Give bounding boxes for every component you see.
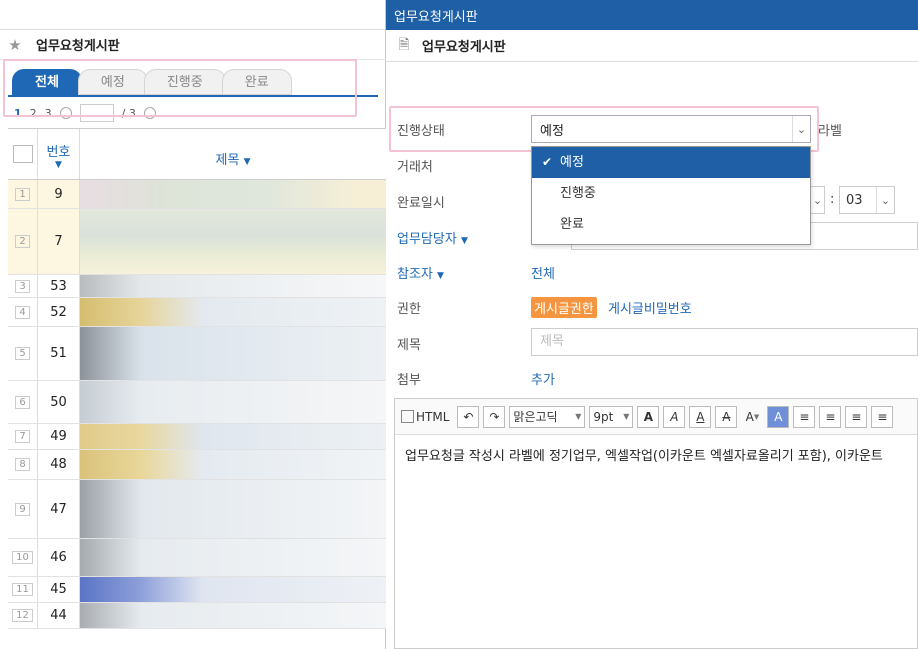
post-write-window: 업무요청게시판 🗎 업무요청게시판 진행상태 예정 ⌄ 라벨 거래처 완료일시 …: [386, 0, 918, 649]
label-complete-date: 완료일시: [397, 196, 445, 211]
strikethrough-icon[interactable]: A: [715, 405, 738, 428]
bold-icon[interactable]: A: [637, 405, 660, 428]
table-row[interactable]: 1 9: [8, 180, 386, 209]
blurred-cell: [80, 480, 386, 538]
redo-icon[interactable]: ↷: [483, 405, 506, 428]
underline-icon[interactable]: A: [689, 405, 712, 428]
label-client: 거래처: [397, 160, 433, 175]
col-number[interactable]: 번호 ▼: [38, 129, 80, 179]
chevron-down-icon: ⌄: [812, 193, 823, 207]
label-attach: 첨부: [397, 373, 421, 388]
left-header: ★ 업무요청게시판: [0, 30, 386, 60]
align-left-icon[interactable]: ≡: [793, 405, 816, 428]
select-all-checkbox[interactable]: [8, 129, 38, 179]
blurred-cell: [80, 424, 386, 449]
align-center-icon[interactable]: ≡: [819, 405, 842, 428]
table-row[interactable]: 2 7: [8, 209, 386, 275]
document-icon: 🗎: [398, 36, 410, 53]
table-row[interactable]: 6 50: [8, 381, 386, 424]
content-editor: HTML ↶ ↷ 맑은고딕 ▼ 9pt ▼ A A A A A ▼ A ≡ ≡ ≡ ≡…: [394, 398, 918, 649]
board-list-window: ★ 업무요청게시판 전체 예정 진행중 완료 1 2 3 / 3 번호 ▼ 제목…: [0, 0, 386, 649]
minute-value: 03: [846, 192, 863, 208]
label-manager[interactable]: 업무담당자 ▼: [397, 228, 468, 247]
font-color-icon[interactable]: A ▼: [741, 406, 763, 428]
blurred-cell: [80, 577, 386, 602]
caret-down-icon: ▼: [575, 412, 582, 421]
table-row[interactable]: 10 46: [8, 539, 386, 577]
sort-down-icon: ▼: [243, 157, 251, 167]
participants-value[interactable]: 전체: [531, 263, 555, 282]
align-justify-icon[interactable]: ≡: [871, 405, 894, 428]
table-row[interactable]: 11 45: [8, 577, 386, 603]
window-titlebar[interactable]: 업무요청게시판: [386, 0, 918, 30]
table-row[interactable]: 4 52: [8, 298, 386, 327]
editor-body[interactable]: 업무요청글 작성시 라벨에 정기업무, 엑셀작업(이카운트 엑셀자료올리기 포함…: [395, 435, 917, 474]
editor-toolbar: HTML ↶ ↷ 맑은고딕 ▼ 9pt ▼ A A A A A ▼ A ≡ ≡ ≡ ≡: [395, 399, 917, 435]
label-permission: 권한: [397, 302, 421, 317]
blurred-cell: [80, 381, 386, 423]
blurred-cell: [80, 275, 386, 297]
post-grid: 번호 ▼ 제목 ▼ 1 9 2 7 3 53 4 52 5 51 6 50 7 …: [8, 128, 386, 629]
caret-down-icon: ▼: [623, 412, 630, 421]
html-checkbox[interactable]: [401, 410, 414, 423]
italic-icon[interactable]: A: [663, 405, 686, 428]
caret-down-icon: ▼: [460, 236, 468, 246]
undo-icon[interactable]: ↶: [457, 405, 480, 428]
label-participants[interactable]: 참조자 ▼: [397, 263, 444, 282]
form-header: 🗎 업무요청게시판: [386, 30, 918, 62]
grid-header: 번호 ▼ 제목 ▼: [8, 128, 386, 180]
blurred-cell: [80, 327, 386, 380]
label-tag-link[interactable]: 라벨: [818, 120, 842, 139]
caret-down-icon: ▼: [437, 271, 444, 281]
align-right-icon[interactable]: ≡: [845, 405, 868, 428]
table-row[interactable]: 9 47: [8, 480, 386, 539]
blurred-cell: [80, 450, 386, 479]
option-scheduled[interactable]: ✔ 예정: [532, 147, 810, 178]
label-title: 제목: [397, 338, 421, 353]
option-in-progress[interactable]: 진행중: [532, 178, 810, 209]
option-done[interactable]: 완료: [532, 209, 810, 240]
permission-badge[interactable]: 게시글권한: [531, 297, 597, 318]
check-icon: ✔: [542, 155, 553, 169]
font-size-select[interactable]: 9pt ▼: [589, 405, 634, 428]
html-toggle[interactable]: HTML: [401, 410, 449, 424]
star-icon[interactable]: ★: [0, 36, 30, 54]
col-title[interactable]: 제목 ▼: [80, 129, 386, 179]
table-row[interactable]: 5 51: [8, 327, 386, 381]
table-row[interactable]: 7 49: [8, 424, 386, 450]
title-input[interactable]: 제목: [531, 328, 918, 356]
window-title: 업무요청게시판: [394, 9, 478, 25]
time-colon: :: [830, 192, 835, 207]
chevron-down-icon: ⌄: [876, 187, 894, 213]
blurred-cell: [80, 180, 386, 208]
left-top-strip: [0, 0, 385, 30]
table-row[interactable]: 12 44: [8, 603, 386, 629]
attach-add-link[interactable]: 추가: [531, 369, 555, 388]
blurred-cell: [80, 603, 386, 628]
permission-password-link[interactable]: 게시글비밀번호: [608, 298, 692, 317]
table-row[interactable]: 8 48: [8, 450, 386, 480]
font-family-select[interactable]: 맑은고딕 ▼: [509, 405, 586, 428]
board-title: 업무요청게시판: [36, 39, 120, 54]
minute-select[interactable]: 03 ⌄: [839, 186, 895, 214]
highlight-color-icon[interactable]: A: [767, 405, 790, 428]
blurred-cell: [80, 539, 386, 576]
table-row[interactable]: 3 53: [8, 275, 386, 298]
sort-down-icon: ▼: [55, 160, 62, 170]
blurred-cell: [80, 298, 386, 326]
form-title: 업무요청게시판: [422, 40, 506, 55]
status-dropdown-list: ✔ 예정 진행중 완료: [531, 146, 811, 245]
blurred-cell: [80, 209, 386, 274]
hour-select-edge[interactable]: ⌄: [811, 186, 825, 214]
tabs-highlight-box: [3, 59, 357, 117]
